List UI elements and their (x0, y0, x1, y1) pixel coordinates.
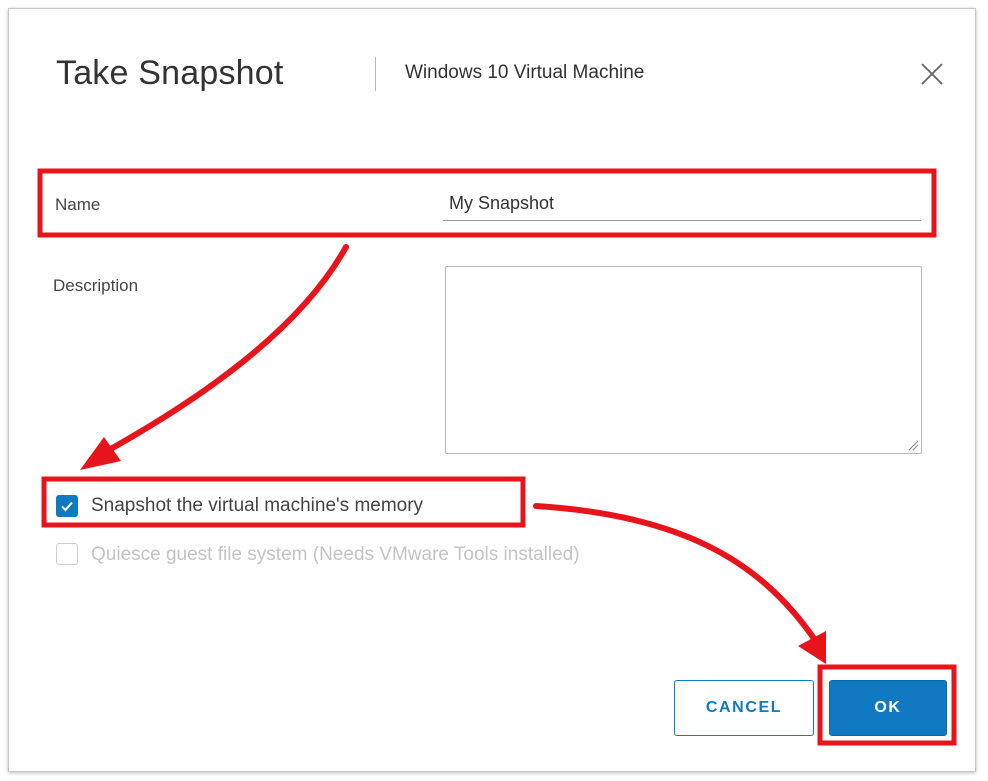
dialog-subtitle: Windows 10 Virtual Machine (405, 62, 645, 83)
description-textarea[interactable] (445, 266, 922, 454)
description-label: Description (53, 276, 139, 295)
close-icon (921, 63, 943, 85)
checkmark-icon (61, 501, 73, 512)
dialog-title: Take Snapshot (56, 54, 284, 92)
title-divider (375, 57, 376, 91)
quiesce-checkbox (56, 543, 78, 565)
close-button[interactable] (917, 59, 947, 89)
resize-grip-icon[interactable] (907, 439, 919, 451)
snapshot-dialog: Take Snapshot Windows 10 Virtual Machine… (8, 8, 976, 772)
ok-button[interactable]: OK (829, 680, 947, 736)
memory-checkbox[interactable] (56, 495, 78, 517)
memory-checkbox-label[interactable]: Snapshot the virtual machine's memory (91, 495, 423, 517)
name-label: Name (55, 195, 101, 214)
quiesce-checkbox-label: Quiesce guest file system (Needs VMware … (91, 544, 580, 565)
cancel-button[interactable]: CANCEL (674, 680, 814, 736)
name-input[interactable] (443, 187, 921, 221)
